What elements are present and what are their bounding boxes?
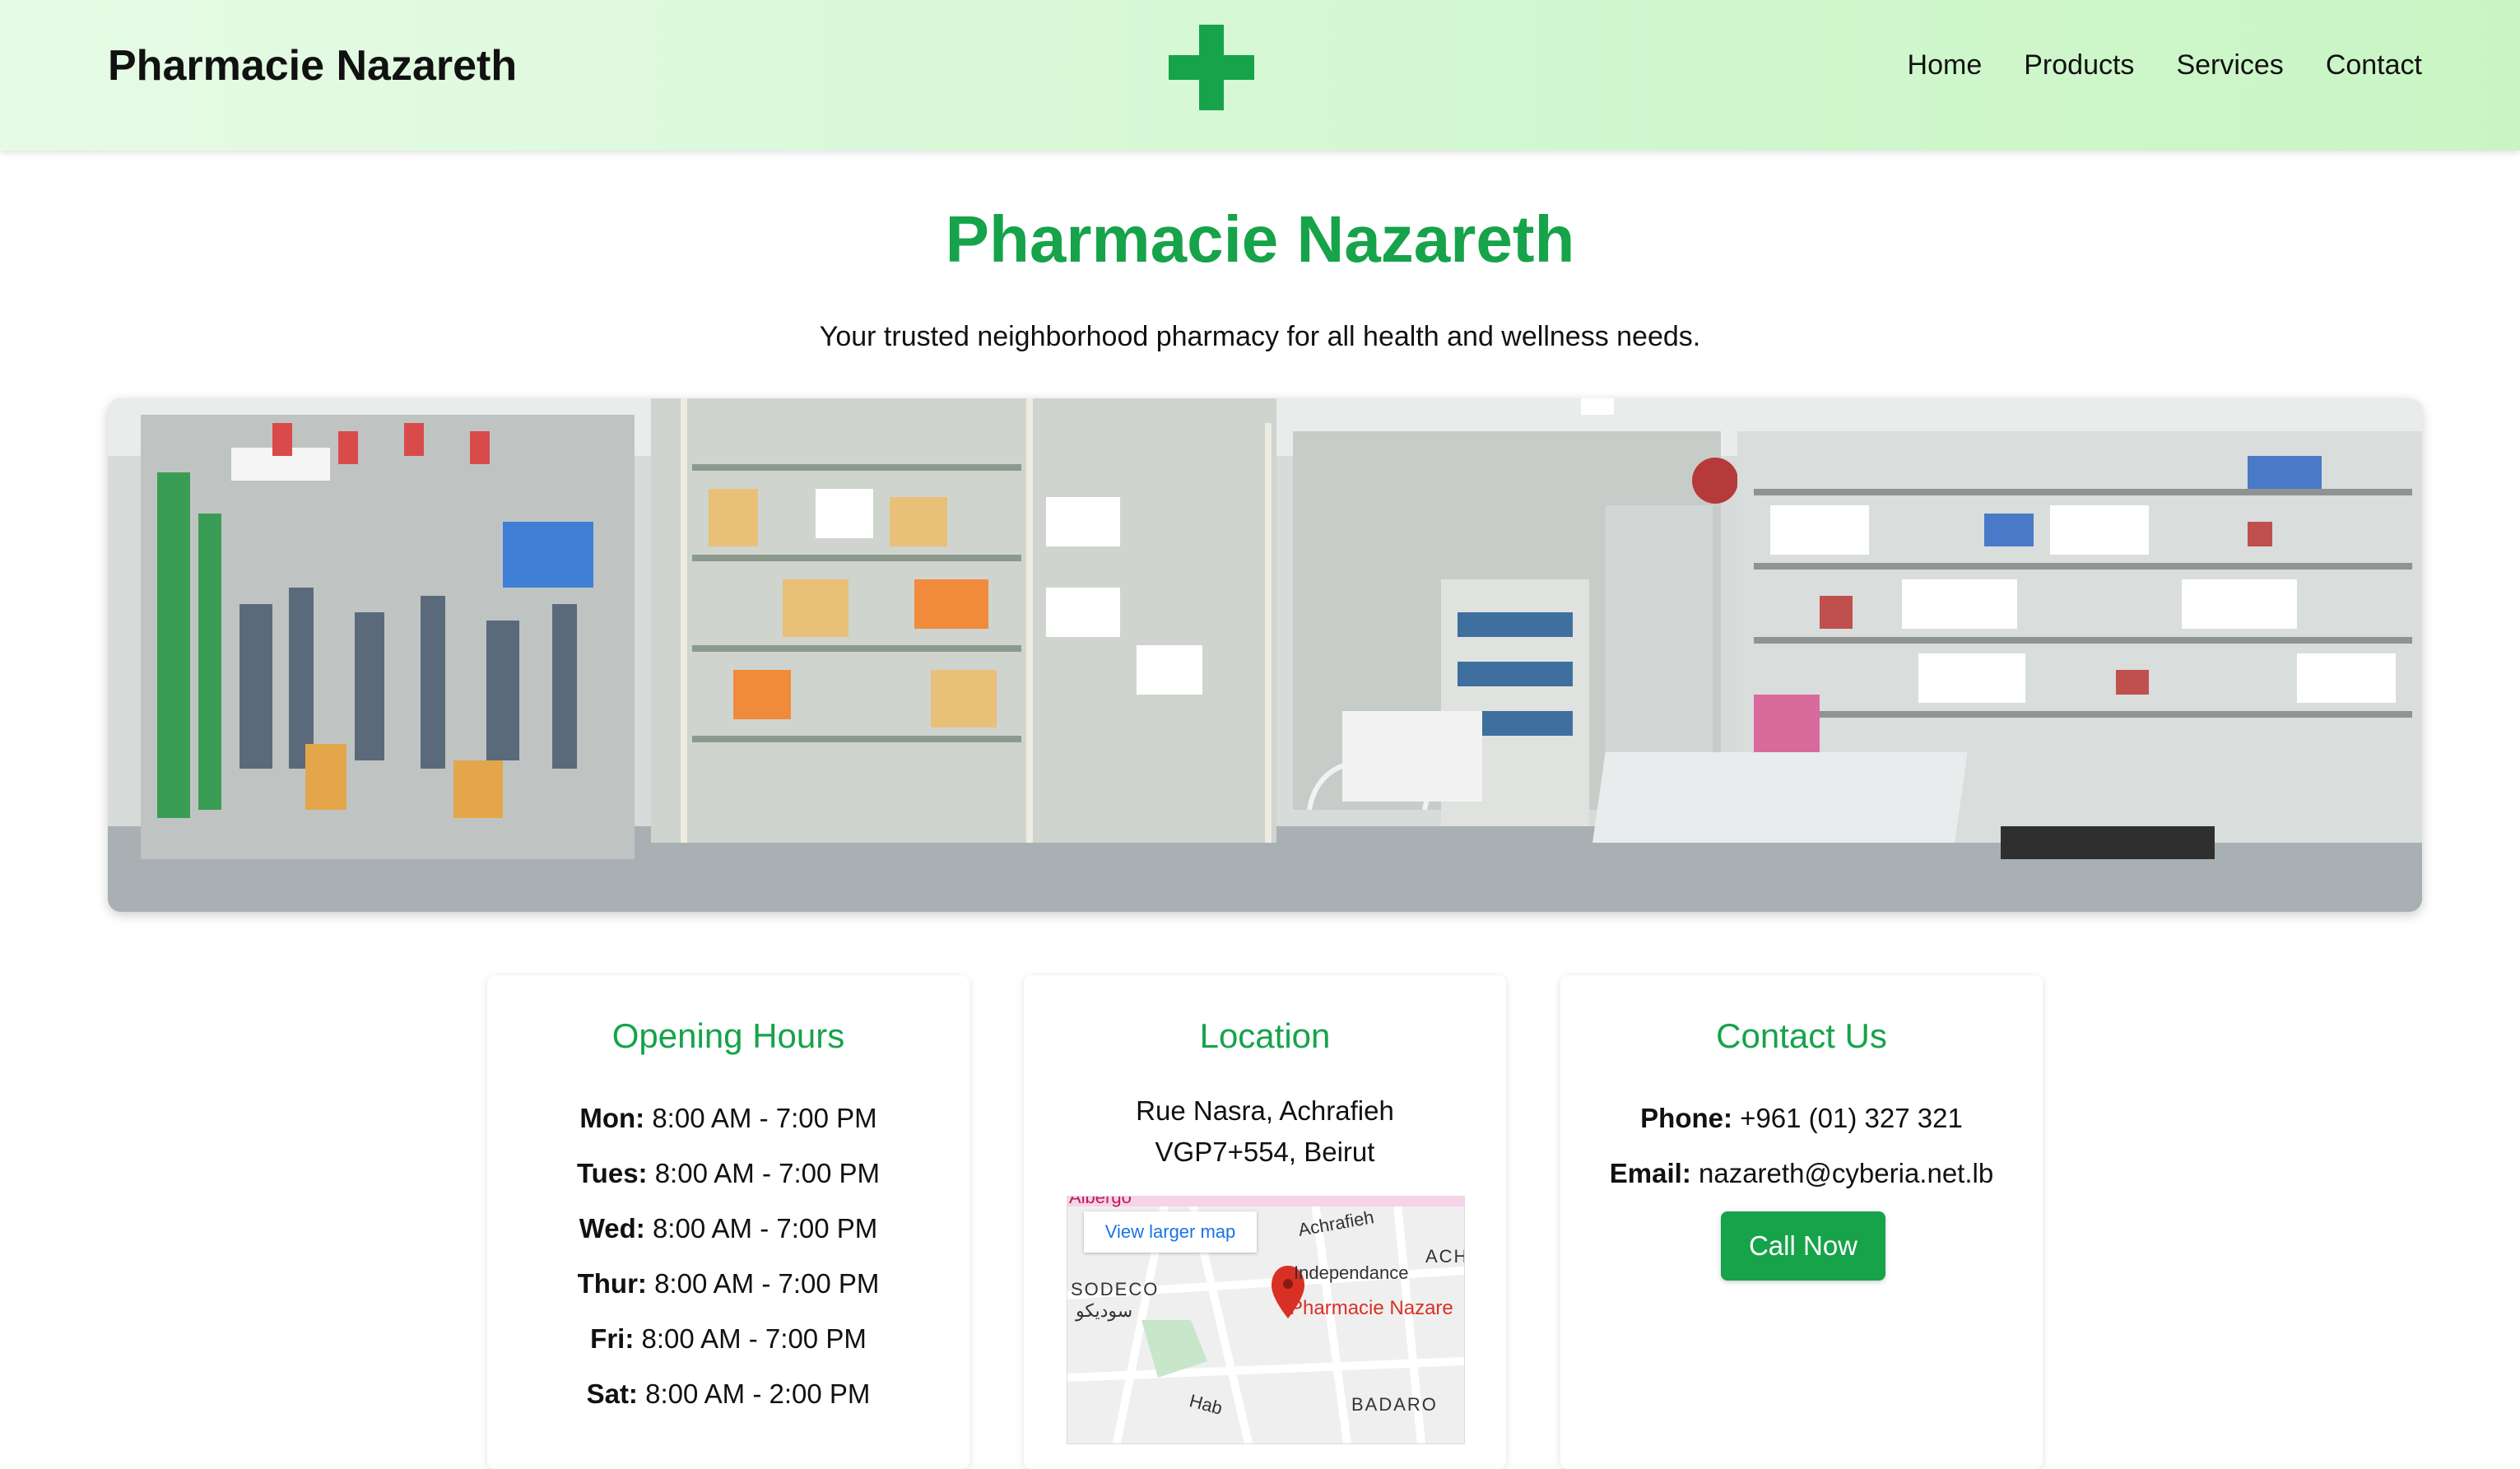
view-larger-map-link[interactable]: View larger map <box>1084 1211 1257 1253</box>
brand-name[interactable]: Pharmacie Nazareth <box>108 41 517 91</box>
site-header: Pharmacie Nazareth Home Products Service… <box>0 0 2520 151</box>
nav-contact[interactable]: Contact <box>2326 49 2422 81</box>
address-line-1: Rue Nasra, Achrafieh <box>1136 1095 1394 1126</box>
opening-hours-title: Opening Hours <box>611 1016 845 1055</box>
pharmacy-interior-photo <box>108 398 2422 912</box>
nav-products[interactable]: Products <box>2024 49 2134 81</box>
embedded-map[interactable]: View larger map Albergo Achrafieh ACH In… <box>1067 1196 1465 1444</box>
contact-title: Contact Us <box>1716 1016 1887 1055</box>
address-line-2: VGP7+554, Beirut <box>1155 1137 1375 1167</box>
contact-card: Contact Us Phone: +961 (01) 327 321 Emai… <box>1560 975 2043 1469</box>
hero-title: Pharmacie Nazareth <box>945 202 1575 276</box>
nav-services[interactable]: Services <box>2176 49 2283 81</box>
hours-row-fri: Fri: 8:00 AM - 7:00 PM <box>590 1323 867 1354</box>
map-label-sodeco-arabic: سوديكو <box>1076 1300 1133 1321</box>
location-title: Location <box>1199 1016 1331 1055</box>
address: Rue Nasra, Achrafieh VGP7+554, Beirut <box>1024 1090 1506 1173</box>
hours-row-wed: Wed: 8:00 AM - 7:00 PM <box>579 1213 878 1244</box>
hours-list: Mon: 8:00 AM - 7:00 PM Tues: 8:00 AM - 7… <box>487 1090 969 1421</box>
location-card: Location Rue Nasra, Achrafieh VGP7+554, … <box>1024 975 1506 1469</box>
contact-email: Email: nazareth@cyberia.net.lb <box>1609 1158 1994 1188</box>
green-cross-icon <box>1169 25 1254 110</box>
nav-home[interactable]: Home <box>1908 49 1983 81</box>
map-label-ach: ACH <box>1425 1246 1465 1267</box>
map-label-independance: Independance <box>1294 1262 1409 1283</box>
contact-phone: Phone: +961 (01) 327 321 <box>1640 1103 1963 1133</box>
contact-list: Phone: +961 (01) 327 321 Email: nazareth… <box>1560 1090 2043 1201</box>
hours-row-sat: Sat: 8:00 AM - 2:00 PM <box>586 1378 871 1409</box>
hours-row-tues: Tues: 8:00 AM - 7:00 PM <box>576 1158 881 1188</box>
map-label-albergo: Albergo <box>1069 1196 1132 1207</box>
map-label-badaro: BADARO <box>1351 1394 1438 1415</box>
call-now-button[interactable]: Call Now <box>1721 1211 1885 1281</box>
hours-row-mon: Mon: 8:00 AM - 7:00 PM <box>579 1103 877 1133</box>
hours-row-thur: Thur: 8:00 AM - 7:00 PM <box>577 1268 880 1299</box>
opening-hours-card: Opening Hours Mon: 8:00 AM - 7:00 PM Tue… <box>487 975 969 1469</box>
hero-tagline: Your trusted neighborhood pharmacy for a… <box>819 321 1701 352</box>
map-label-sodeco: SODECO <box>1071 1279 1160 1299</box>
main-nav: Home Products Services Contact <box>1908 49 2422 81</box>
map-pin-label[interactable]: Pharmacie Nazare <box>1290 1297 1453 1320</box>
